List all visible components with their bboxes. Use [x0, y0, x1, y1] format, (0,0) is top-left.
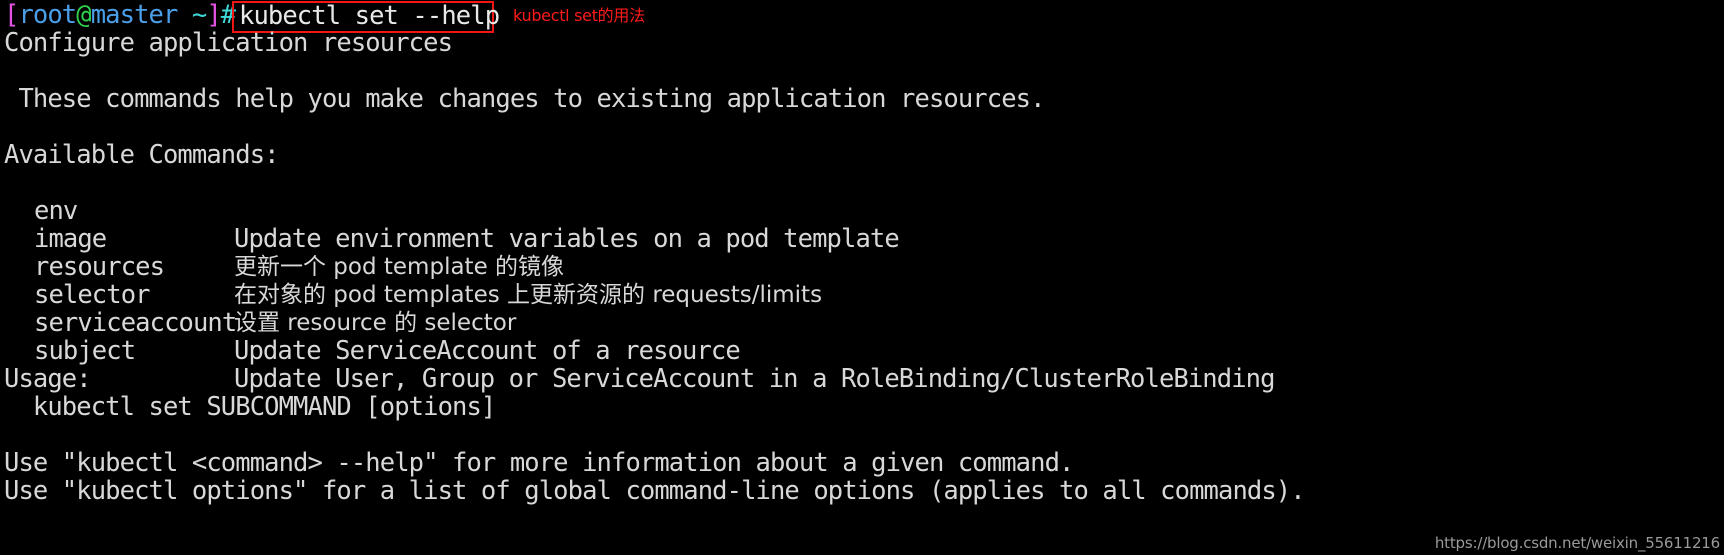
- prompt-host: master: [90, 0, 179, 30]
- prompt-user: root: [18, 0, 77, 30]
- prompt-working-directory: ~: [177, 0, 207, 30]
- output-title: Configure application resources: [4, 28, 453, 58]
- command-row-selector: selector 设置 resource 的 selector: [0, 253, 516, 336]
- command-row-env: env Update environment variables on a po…: [0, 169, 900, 253]
- prompt-at-symbol: @: [76, 0, 91, 30]
- command-name: serviceaccount: [34, 308, 237, 338]
- command-row-resources: resources 在对象的 pod templates 上更新资源的 requ…: [0, 225, 822, 308]
- usage-header: Usage:: [4, 364, 92, 394]
- command-description: Update ServiceAccount of a resource: [234, 336, 741, 366]
- command-row-serviceaccount: serviceaccount Update ServiceAccount of …: [0, 281, 741, 365]
- terminal-window: [root@master ~]# kubectl set --help kube…: [0, 0, 1724, 555]
- command-description: Update User, Group or ServiceAccount in …: [234, 364, 1275, 394]
- prompt-close-bracket: ]: [206, 0, 221, 30]
- typed-command[interactable]: kubectl set --help: [239, 2, 500, 30]
- usage-line: kubectl set SUBCOMMAND [options]: [4, 392, 496, 422]
- available-commands-header: Available Commands:: [4, 140, 279, 170]
- prompt-open-bracket: [: [4, 0, 19, 30]
- footer-options-hint: Use "kubectl options" for a list of glob…: [4, 476, 1306, 506]
- red-annotation-label: kubectl set的用法: [513, 6, 645, 25]
- command-name: subject: [34, 336, 136, 366]
- footer-help-hint: Use "kubectl <command> --help" for more …: [4, 448, 1074, 478]
- command-row-subject: subject Update User, Group or ServiceAcc…: [0, 309, 1275, 393]
- command-description: 在对象的 pod templates 上更新资源的 requests/limit…: [234, 282, 823, 308]
- command-description: 设置 resource 的 selector: [234, 310, 517, 336]
- command-description: 更新一个 pod template 的镜像: [234, 254, 565, 280]
- command-description: Update environment variables on a pod te…: [234, 224, 900, 254]
- output-intro: These commands help you make changes to …: [4, 84, 1045, 114]
- prompt-line: [root@master ~]#: [4, 0, 236, 30]
- command-row-image: image 更新一个 pod template 的镜像: [0, 197, 564, 280]
- csdn-watermark: https://blog.csdn.net/weixin_55611216: [1434, 534, 1720, 552]
